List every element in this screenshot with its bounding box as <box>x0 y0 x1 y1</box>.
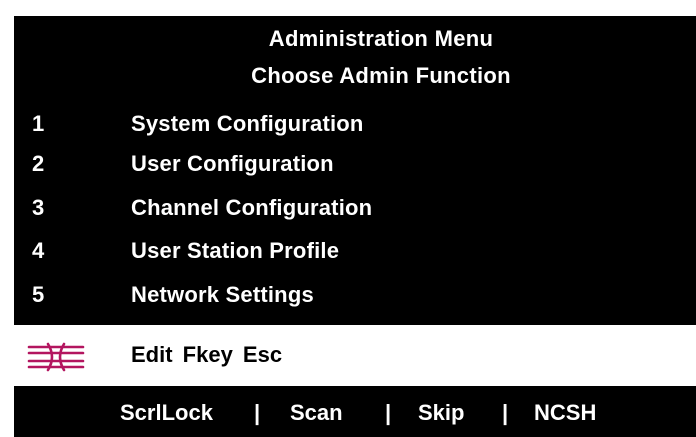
menu-item-number: 4 <box>32 238 45 263</box>
footer-bar: ScrlLock | Scan | Skip | NCSH <box>14 386 696 437</box>
skip-key[interactable]: Skip <box>418 400 464 426</box>
scrllock-key[interactable]: ScrlLock <box>120 400 213 426</box>
menu-item-number: 1 <box>32 111 45 136</box>
brand-logo-icon <box>27 342 85 372</box>
command-hint: Edit Fkey Esc <box>131 342 283 367</box>
menu-item-label: User Station Profile <box>131 238 340 263</box>
menu-item-system-configuration[interactable]: 1 System Configuration <box>14 107 696 147</box>
ncsh-key[interactable]: NCSH <box>534 400 596 426</box>
page-subtitle: Choose Admin Function <box>251 63 511 88</box>
page-title: Administration Menu <box>268 26 494 51</box>
menu-item-number: 3 <box>32 195 45 220</box>
menu-item-label: System Configuration <box>131 111 364 136</box>
menu-item-number: 2 <box>32 151 45 176</box>
menu-item-user-configuration[interactable]: 2 User Configuration <box>14 147 696 187</box>
menu-item-number: 5 <box>32 282 45 307</box>
footer-separator: | <box>254 400 261 425</box>
menu-item-user-station-profile[interactable]: 4 User Station Profile <box>14 234 696 274</box>
scan-key[interactable]: Scan <box>290 400 343 426</box>
frame: Administration Menu Choose Admin Functio… <box>0 0 696 437</box>
command-bar: Edit Fkey Esc <box>14 325 696 386</box>
footer-separator: | <box>385 400 392 425</box>
menu-item-network-settings[interactable]: 5 Network Settings <box>14 278 696 318</box>
menu-item-label: Channel Configuration <box>131 195 373 220</box>
admin-screen: Administration Menu Choose Admin Functio… <box>14 16 696 437</box>
menu-item-label: Network Settings <box>131 282 314 307</box>
footer-separator: | <box>502 400 509 425</box>
menu-item-channel-configuration[interactable]: 3 Channel Configuration <box>14 191 696 231</box>
menu-item-label: User Configuration <box>131 151 334 176</box>
